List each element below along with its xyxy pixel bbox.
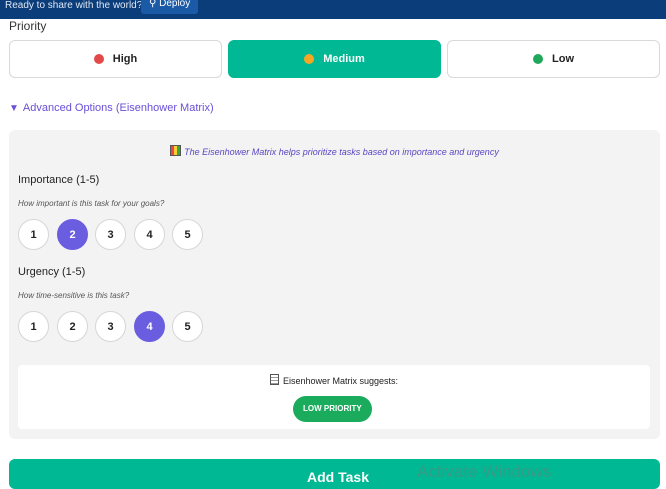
importance-hint: How important is this task for your goal…: [18, 199, 165, 208]
matrix-info: The Eisenhower Matrix helps prioritize t…: [9, 145, 660, 157]
advanced-options-toggle[interactable]: ▼ Advanced Options (Eisenhower Matrix): [9, 102, 214, 114]
priority-low-label: Low: [552, 53, 574, 65]
share-message: Ready to share with the world?: [5, 0, 143, 11]
green-dot-icon: [533, 54, 543, 64]
priority-medium-button[interactable]: Medium: [228, 40, 441, 78]
priority-high-label: High: [112, 53, 138, 65]
urgency-option-3[interactable]: 3: [95, 311, 126, 342]
caret-down-icon: ▼: [9, 103, 19, 114]
chart-icon: [170, 145, 182, 156]
deploy-button[interactable]: ⚲ Deploy: [141, 0, 199, 14]
priority-low-button[interactable]: Low: [447, 40, 660, 78]
advanced-options-label: Advanced Options (Eisenhower Matrix): [22, 102, 214, 114]
urgency-hint: How time-sensitive is this task?: [18, 291, 130, 300]
matrix-info-text: The Eisenhower Matrix helps prioritize t…: [184, 147, 499, 157]
priority-high-button[interactable]: High: [9, 40, 222, 78]
urgency-option-1[interactable]: 1: [18, 311, 49, 342]
red-dot-icon: [93, 54, 104, 64]
deploy-label: Deploy: [159, 0, 191, 9]
importance-option-1[interactable]: 1: [18, 219, 49, 250]
orange-dot-icon: [304, 54, 315, 64]
urgency-option-2[interactable]: 2: [57, 311, 88, 342]
urgency-title: Urgency (1-5): [18, 266, 86, 278]
urgency-option-4[interactable]: 4: [134, 311, 165, 342]
activate-windows-watermark: Activate Windows: [417, 462, 552, 481]
importance-title: Importance (1-5): [18, 174, 100, 186]
importance-option-2[interactable]: 2: [57, 219, 88, 250]
urgency-option-5[interactable]: 5: [172, 311, 203, 342]
add-task-button[interactable]: Add Task: [9, 459, 660, 489]
priority-medium-label: Medium: [323, 53, 365, 65]
importance-option-3[interactable]: 3: [95, 219, 126, 250]
suggestion-heading: Eisenhower Matrix suggests:: [18, 374, 650, 386]
add-task-label: Add Task: [307, 469, 369, 485]
suggested-priority-badge: LOW PRIORITY: [293, 396, 372, 422]
priority-label: Priority: [9, 19, 47, 33]
suggestion-heading-text: Eisenhower Matrix suggests:: [282, 376, 399, 386]
importance-option-5[interactable]: 5: [172, 219, 203, 250]
importance-option-4[interactable]: 4: [134, 219, 165, 250]
clipboard-icon: [269, 374, 279, 385]
advanced-options-panel: The Eisenhower Matrix helps prioritize t…: [9, 130, 660, 439]
matrix-suggestion-card: Eisenhower Matrix suggests: LOW PRIORITY: [18, 365, 650, 429]
rocket-icon: ⚲: [149, 0, 160, 9]
top-bar: Ready to share with the world? ⚲ Deploy: [0, 0, 666, 19]
